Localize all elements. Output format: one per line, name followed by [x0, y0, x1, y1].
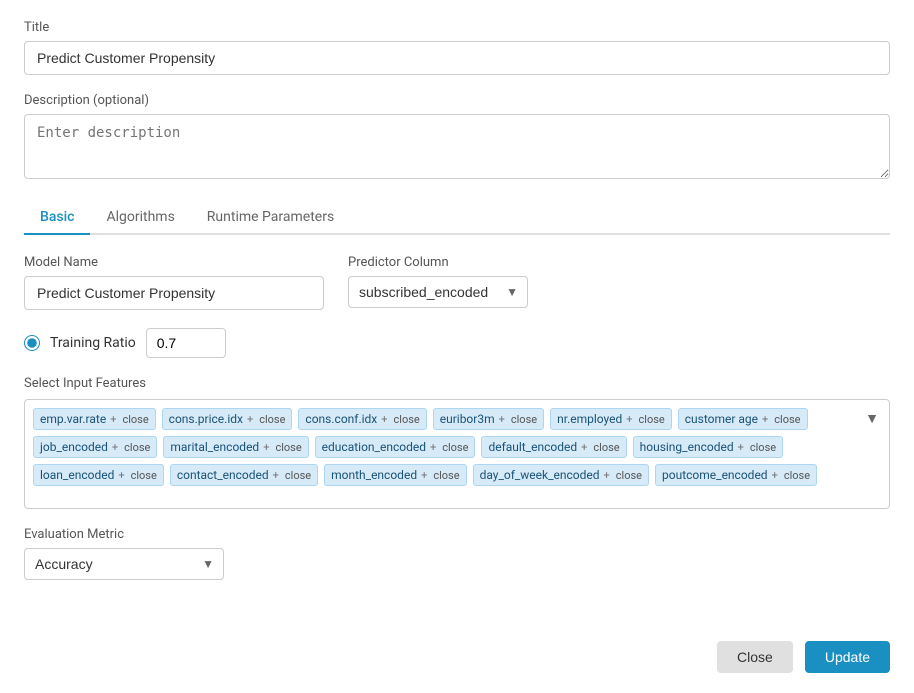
- tag-plus-icon: +: [430, 441, 436, 454]
- features-section: Select Input Features ▼ emp.var.rate + c…: [24, 376, 890, 509]
- model-name-input[interactable]: [24, 276, 324, 310]
- tag-month-encoded: month_encoded + close: [324, 464, 466, 486]
- model-name-col: Model Name: [24, 255, 324, 310]
- tag-label: poutcome_encoded: [662, 468, 768, 482]
- tag-close-job-encoded[interactable]: close: [124, 441, 150, 454]
- title-label: Title: [24, 20, 890, 35]
- features-label: Select Input Features: [24, 376, 890, 391]
- tag-plus-icon: +: [381, 413, 387, 426]
- basic-tab-content: Model Name Predictor Column subscribed_e…: [24, 255, 890, 580]
- training-ratio-radio[interactable]: [24, 335, 40, 351]
- tag-plus-icon: +: [581, 441, 587, 454]
- tag-label: emp.var.rate: [40, 412, 106, 426]
- tag-label: loan_encoded: [40, 468, 114, 482]
- model-name-label: Model Name: [24, 255, 324, 270]
- training-ratio-input[interactable]: [146, 328, 226, 358]
- tag-label: job_encoded: [40, 440, 108, 454]
- tag-cons-conf-idx: cons.conf.idx + close: [298, 408, 426, 430]
- tag-plus-icon: +: [112, 441, 118, 454]
- model-predictor-row: Model Name Predictor Column subscribed_e…: [24, 255, 890, 310]
- tag-label: contact_encoded: [177, 468, 269, 482]
- description-section: Description (optional): [24, 93, 890, 183]
- tag-label: marital_encoded: [170, 440, 259, 454]
- tag-close-housing-encoded[interactable]: close: [750, 441, 776, 454]
- tag-label: month_encoded: [331, 468, 417, 482]
- tag-plus-icon: +: [772, 469, 778, 482]
- predictor-column-wrapper: subscribed_encoded ▼: [348, 276, 528, 308]
- evaluation-metric-wrapper: Accuracy F1 Precision Recall AUC ▼: [24, 548, 224, 580]
- tabs-bar: Basic Algorithms Runtime Parameters: [24, 201, 890, 235]
- tag-nr-employed: nr.employed + close: [550, 408, 672, 430]
- tag-label: euribor3m: [440, 412, 495, 426]
- update-button[interactable]: Update: [805, 641, 890, 673]
- predictor-column-select[interactable]: subscribed_encoded: [348, 276, 528, 308]
- tag-plus-icon: +: [263, 441, 269, 454]
- tag-customer-age: customer age + close: [678, 408, 808, 430]
- tag-label: customer age: [685, 412, 758, 426]
- training-ratio-row: Training Ratio: [24, 328, 890, 358]
- tag-close-loan-encoded[interactable]: close: [131, 469, 157, 482]
- tag-plus-icon: +: [604, 469, 610, 482]
- tag-label: housing_encoded: [640, 440, 734, 454]
- tag-plus-icon: +: [738, 441, 744, 454]
- tag-close-cons-price-idx[interactable]: close: [259, 413, 285, 426]
- footer-buttons: Close Update: [717, 641, 890, 673]
- tag-job-encoded: job_encoded + close: [33, 436, 157, 458]
- tag-close-day-of-week-encoded[interactable]: close: [616, 469, 642, 482]
- tab-algorithms[interactable]: Algorithms: [90, 201, 190, 235]
- predictor-column-col: Predictor Column subscribed_encoded ▼: [348, 255, 890, 310]
- tag-close-month-encoded[interactable]: close: [433, 469, 459, 482]
- tag-loan-encoded: loan_encoded + close: [33, 464, 164, 486]
- title-section: Title: [24, 20, 890, 75]
- tag-close-euribor3m[interactable]: close: [511, 413, 537, 426]
- tag-marital-encoded: marital_encoded + close: [163, 436, 308, 458]
- tag-close-nr-employed[interactable]: close: [639, 413, 665, 426]
- tag-cons-price-idx: cons.price.idx + close: [162, 408, 293, 430]
- tag-plus-icon: +: [626, 413, 632, 426]
- tag-close-cons-conf-idx[interactable]: close: [394, 413, 420, 426]
- description-input[interactable]: [24, 114, 890, 179]
- tag-close-default-encoded[interactable]: close: [593, 441, 619, 454]
- tag-label: cons.conf.idx: [305, 412, 377, 426]
- title-input[interactable]: [24, 41, 890, 75]
- tag-plus-icon: +: [118, 469, 124, 482]
- tag-close-emp-var-rate[interactable]: close: [122, 413, 148, 426]
- tag-housing-encoded: housing_encoded + close: [633, 436, 783, 458]
- features-container: ▼ emp.var.rate + close cons.price.idx + …: [24, 399, 890, 509]
- tag-plus-icon: +: [762, 413, 768, 426]
- close-button[interactable]: Close: [717, 641, 793, 673]
- tag-label: education_encoded: [322, 440, 426, 454]
- tag-emp-var-rate: emp.var.rate + close: [33, 408, 156, 430]
- tag-poutcome-encoded: poutcome_encoded + close: [655, 464, 817, 486]
- tag-label: default_encoded: [488, 440, 577, 454]
- tag-plus-icon: +: [273, 469, 279, 482]
- tag-close-customer-age[interactable]: close: [774, 413, 800, 426]
- evaluation-metric-select[interactable]: Accuracy F1 Precision Recall AUC: [24, 548, 224, 580]
- tab-runtime[interactable]: Runtime Parameters: [191, 201, 350, 235]
- predictor-column-label: Predictor Column: [348, 255, 890, 270]
- tag-close-marital-encoded[interactable]: close: [275, 441, 301, 454]
- tag-day-of-week-encoded: day_of_week_encoded + close: [473, 464, 649, 486]
- tag-default-encoded: default_encoded + close: [481, 436, 626, 458]
- tag-education-encoded: education_encoded + close: [315, 436, 476, 458]
- evaluation-metric-label: Evaluation Metric: [24, 527, 890, 542]
- tag-close-contact-encoded[interactable]: close: [285, 469, 311, 482]
- tag-euribor3m: euribor3m + close: [433, 408, 544, 430]
- tag-plus-icon: +: [499, 413, 505, 426]
- training-ratio-label: Training Ratio: [50, 335, 136, 351]
- tag-label: day_of_week_encoded: [480, 468, 600, 482]
- tag-close-education-encoded[interactable]: close: [442, 441, 468, 454]
- tag-plus-icon: +: [110, 413, 116, 426]
- tag-close-poutcome-encoded[interactable]: close: [784, 469, 810, 482]
- tag-plus-icon: +: [421, 469, 427, 482]
- description-label: Description (optional): [24, 93, 890, 108]
- tag-label: cons.price.idx: [169, 412, 243, 426]
- tag-contact-encoded: contact_encoded + close: [170, 464, 318, 486]
- evaluation-metric-section: Evaluation Metric Accuracy F1 Precision …: [24, 527, 890, 580]
- tab-basic[interactable]: Basic: [24, 201, 90, 235]
- tag-label: nr.employed: [557, 412, 622, 426]
- features-dropdown-button[interactable]: ▼: [861, 408, 883, 428]
- tag-plus-icon: +: [247, 413, 253, 426]
